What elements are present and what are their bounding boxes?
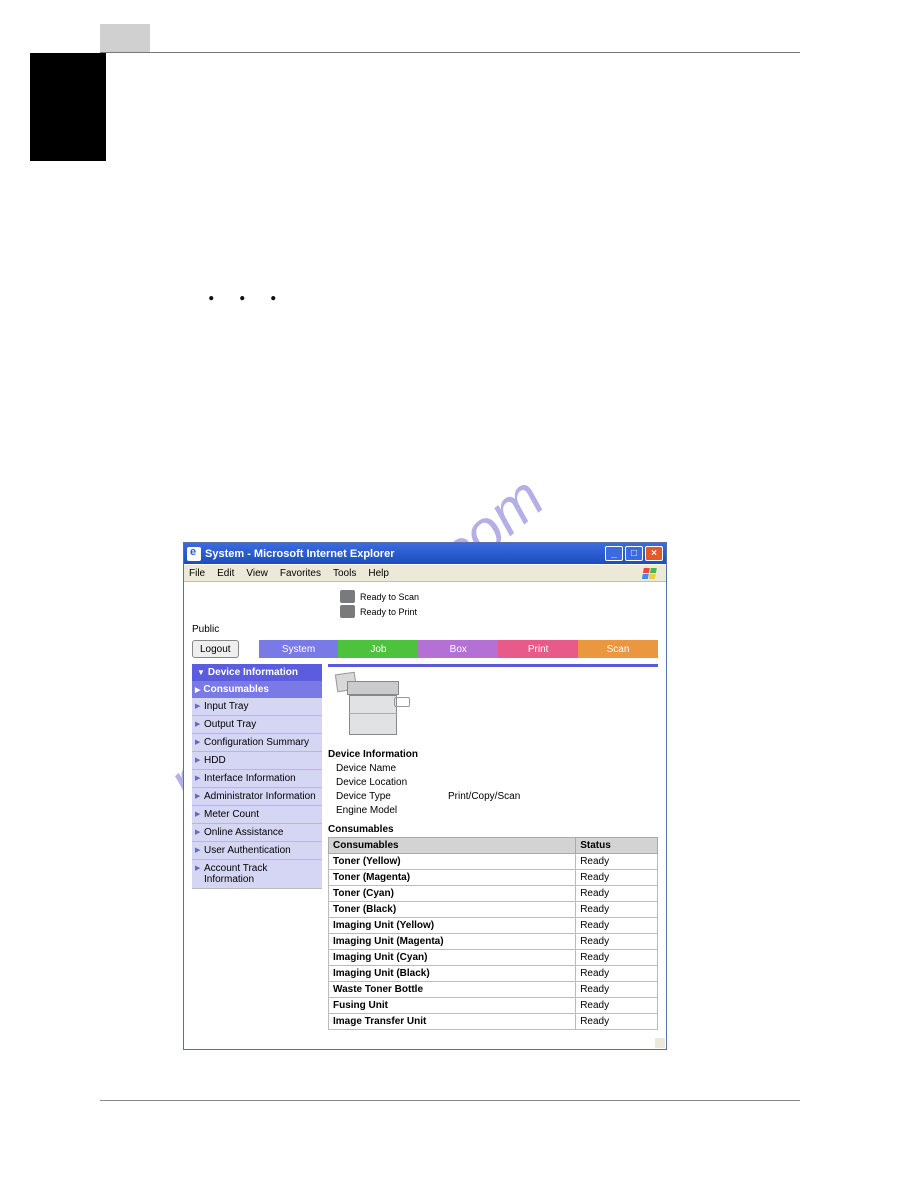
window-minimize-button[interactable]: _ xyxy=(605,546,623,561)
printer-status-icon xyxy=(340,605,355,618)
sidebar-item-hdd[interactable]: HDD xyxy=(192,752,322,770)
consumable-name: Imaging Unit (Cyan) xyxy=(329,950,576,966)
scanner-status-icon xyxy=(340,590,355,603)
sidebar: Device Information Consumables Input Tra… xyxy=(192,664,322,1076)
logout-button[interactable]: Logout xyxy=(192,640,239,658)
consumable-status: Ready xyxy=(576,966,658,982)
label-engine-model: Engine Model xyxy=(336,804,448,818)
sidebar-header-device-info[interactable]: Device Information xyxy=(192,664,322,681)
user-mode-label: Public xyxy=(192,624,658,635)
browser-window: System - Microsoft Internet Explorer _ □… xyxy=(183,542,667,1050)
table-row: Toner (Magenta)Ready xyxy=(329,870,658,886)
consumable-status: Ready xyxy=(576,934,658,950)
sidebar-item-consumables[interactable]: Consumables xyxy=(192,681,322,698)
label-device-location: Device Location xyxy=(336,776,448,790)
consumable-status: Ready xyxy=(576,886,658,902)
menu-view[interactable]: View xyxy=(246,568,268,579)
consumables-table: Consumables Status Toner (Yellow)ReadyTo… xyxy=(328,837,658,1030)
tab-scan[interactable]: Scan xyxy=(578,640,658,658)
window-close-button[interactable]: × xyxy=(645,546,663,561)
table-row: Fusing UnitReady xyxy=(329,998,658,1014)
consumable-name: Imaging Unit (Black) xyxy=(329,966,576,982)
consumable-name: Toner (Black) xyxy=(329,902,576,918)
table-row: Waste Toner BottleReady xyxy=(329,982,658,998)
consumable-name: Waste Toner Bottle xyxy=(329,982,576,998)
sidebar-item-user-auth[interactable]: User Authentication xyxy=(192,842,322,860)
consumable-status: Ready xyxy=(576,950,658,966)
consumable-status: Ready xyxy=(576,982,658,998)
header-rule xyxy=(100,52,800,53)
status-ready-print: Ready to Print xyxy=(360,607,417,617)
windows-flag-icon xyxy=(639,565,661,583)
device-image xyxy=(334,673,414,743)
table-row: Toner (Black)Ready xyxy=(329,902,658,918)
label-device-type: Device Type xyxy=(336,790,448,804)
consumable-status: Ready xyxy=(576,870,658,886)
menu-help[interactable]: Help xyxy=(368,568,389,579)
tab-box[interactable]: Box xyxy=(418,640,498,658)
ie-icon xyxy=(187,547,201,561)
menu-favorites[interactable]: Favorites xyxy=(280,568,321,579)
table-row: Image Transfer UnitReady xyxy=(329,1014,658,1030)
table-row: Toner (Cyan)Ready xyxy=(329,886,658,902)
table-row: Imaging Unit (Yellow)Ready xyxy=(329,918,658,934)
section-tab-block xyxy=(30,53,106,161)
footer-rule xyxy=(100,1100,800,1101)
sidebar-item-output-tray[interactable]: Output Tray xyxy=(192,716,322,734)
tab-job[interactable]: Job xyxy=(338,640,418,658)
menu-edit[interactable]: Edit xyxy=(217,568,234,579)
sidebar-item-online-assist[interactable]: Online Assistance xyxy=(192,824,322,842)
tab-print[interactable]: Print xyxy=(498,640,578,658)
resize-grip-icon[interactable] xyxy=(655,1038,665,1048)
window-maximize-button[interactable]: □ xyxy=(625,546,643,561)
consumable-status: Ready xyxy=(576,902,658,918)
consumable-status: Ready xyxy=(576,918,658,934)
table-row: Imaging Unit (Cyan)Ready xyxy=(329,950,658,966)
menu-bar: File Edit View Favorites Tools Help xyxy=(184,564,666,582)
table-row: Imaging Unit (Black)Ready xyxy=(329,966,658,982)
section-consumables: Consumables xyxy=(328,824,658,835)
col-status: Status xyxy=(576,838,658,854)
sidebar-item-config-summary[interactable]: Configuration Summary xyxy=(192,734,322,752)
sidebar-item-input-tray[interactable]: Input Tray xyxy=(192,698,322,716)
main-content-panel: Device Information Device Name Device Lo… xyxy=(328,664,658,1076)
col-consumables: Consumables xyxy=(329,838,576,854)
consumable-name: Toner (Yellow) xyxy=(329,854,576,870)
window-title: System - Microsoft Internet Explorer xyxy=(205,548,395,560)
sidebar-item-meter-count[interactable]: Meter Count xyxy=(192,806,322,824)
menu-tools[interactable]: Tools xyxy=(333,568,356,579)
consumable-status: Ready xyxy=(576,998,658,1014)
header-decorative-box xyxy=(100,24,150,52)
sidebar-item-interface-info[interactable]: Interface Information xyxy=(192,770,322,788)
ellipsis-text: . . . xyxy=(208,277,286,307)
label-device-name: Device Name xyxy=(336,762,448,776)
consumable-name: Image Transfer Unit xyxy=(329,1014,576,1030)
menu-file[interactable]: File xyxy=(189,568,205,579)
status-ready-scan: Ready to Scan xyxy=(360,592,419,602)
consumable-name: Imaging Unit (Magenta) xyxy=(329,934,576,950)
table-row: Toner (Yellow)Ready xyxy=(329,854,658,870)
value-device-type: Print/Copy/Scan xyxy=(448,790,520,804)
table-row: Imaging Unit (Magenta)Ready xyxy=(329,934,658,950)
consumable-status: Ready xyxy=(576,1014,658,1030)
consumable-name: Toner (Cyan) xyxy=(329,886,576,902)
consumable-name: Imaging Unit (Yellow) xyxy=(329,918,576,934)
consumable-name: Fusing Unit xyxy=(329,998,576,1014)
sidebar-item-account-track[interactable]: Account Track Information xyxy=(192,860,322,889)
section-device-info: Device Information xyxy=(328,749,658,760)
consumable-status: Ready xyxy=(576,854,658,870)
sidebar-item-admin-info[interactable]: Administrator Information xyxy=(192,788,322,806)
tab-system[interactable]: System xyxy=(259,640,339,658)
consumable-name: Toner (Magenta) xyxy=(329,870,576,886)
window-titlebar[interactable]: System - Microsoft Internet Explorer _ □… xyxy=(184,543,666,564)
